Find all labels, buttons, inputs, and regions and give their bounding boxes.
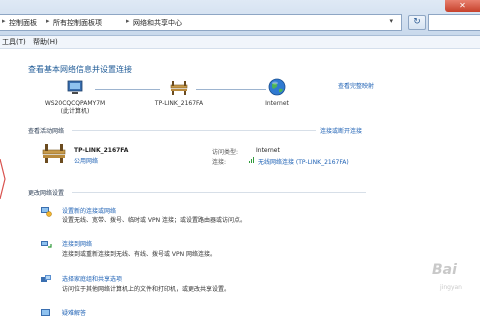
homegroup-icon xyxy=(41,275,51,282)
page-title: 查看基本网络信息并设置连接 xyxy=(28,65,132,74)
address-field[interactable]: ▸ 控制面板 ▸ 所有控制面板项 ▸ 网络和共享中心 ▾ xyxy=(0,14,402,31)
troubleshoot-link[interactable]: 疑难解答 xyxy=(62,308,86,317)
computer-node[interactable] xyxy=(66,80,84,100)
view-full-map-link[interactable]: 查看完整映射 xyxy=(338,81,374,90)
homegroup-sharing-link[interactable]: 选择家庭组和共享选项 xyxy=(62,274,122,283)
internet-node-label: Internet xyxy=(265,100,289,107)
refresh-icon: ↻ xyxy=(413,17,421,27)
connect-network-icon xyxy=(41,241,52,248)
watermark-logo: Bai xyxy=(432,262,457,278)
map-connector xyxy=(95,89,160,90)
breadcrumb-root-arrow[interactable]: ▸ xyxy=(2,17,6,25)
access-type-value: Internet xyxy=(256,147,280,154)
computer-icon xyxy=(67,80,83,94)
refresh-button[interactable]: ↻ xyxy=(408,15,426,30)
setup-connection-icon xyxy=(41,207,52,217)
breadcrumb-network-center[interactable]: 网络和共享中心 xyxy=(133,18,182,28)
menu-tools[interactable]: 工具(T) xyxy=(2,37,26,47)
breadcrumb-control-panel[interactable]: 控制面板 xyxy=(9,18,37,28)
section-divider xyxy=(72,192,366,193)
signal-bars-icon xyxy=(249,157,254,163)
section-divider xyxy=(72,130,316,131)
menu-help[interactable]: 帮助(H) xyxy=(33,37,58,47)
watermark-sub: jingyan xyxy=(440,284,462,291)
change-settings-heading: 更改网络设置 xyxy=(28,190,65,197)
homegroup-sharing-desc: 访问位于其他网络计算机上的文件和打印机，或更改共享设置。 xyxy=(62,286,231,293)
setup-connection-desc: 设置无线、宽带、拨号、临时或 VPN 连接；或设置路由器或访问点。 xyxy=(62,217,247,224)
access-type-label: 访问类型: xyxy=(212,149,239,156)
wireless-connection-link[interactable]: 无线网络连接 (TP-LINK_2167FA) xyxy=(258,157,349,166)
globe-icon xyxy=(268,78,286,96)
breadcrumb-all-items[interactable]: 所有控制面板项 xyxy=(53,18,102,28)
menu-bar: 工具(T) 帮助(H) xyxy=(0,36,480,49)
close-window-button[interactable]: ✕ xyxy=(445,0,480,12)
active-networks-heading: 查看活动网络 xyxy=(28,128,65,135)
breadcrumb-separator[interactable]: ▸ xyxy=(126,17,130,25)
address-dropdown-icon[interactable]: ▾ xyxy=(389,17,393,25)
address-bar-region: ✕ ▸ 控制面板 ▸ 所有控制面板项 ▸ 网络和共享中心 ▾ ↻ xyxy=(0,0,480,36)
setup-connection-link[interactable]: 设置新的连接或网络 xyxy=(62,206,116,215)
search-input[interactable] xyxy=(428,14,480,31)
connection-label: 连接: xyxy=(212,159,227,166)
troubleshoot-icon xyxy=(41,309,50,316)
connect-to-network-desc: 连接到或重新连接到无线、有线、拨号或 VPN 网络连接。 xyxy=(62,251,217,258)
computer-node-label: WS20CQCQPAMY7M (此计算机) xyxy=(44,100,106,115)
map-connector xyxy=(196,89,266,90)
network-name: TP-LINK_2167FA xyxy=(74,147,129,154)
main-content: 查看基本网络信息并设置连接 WS20CQCQPAMY7M (此计算机) TP-L… xyxy=(0,49,480,320)
bench-network-icon xyxy=(42,144,66,163)
router-node-label: TP-LINK_2167FA xyxy=(154,100,204,107)
connect-to-network-link[interactable]: 连接到网络 xyxy=(62,239,92,248)
connect-disconnect-link[interactable]: 连接或断开连接 xyxy=(320,126,362,135)
breadcrumb-separator[interactable]: ▸ xyxy=(46,17,50,25)
network-type-link[interactable]: 公用网络 xyxy=(74,156,98,165)
annotation-arrow-icon xyxy=(0,159,6,199)
router-node[interactable] xyxy=(170,80,188,100)
bench-network-icon xyxy=(170,81,188,95)
internet-node[interactable] xyxy=(268,78,286,100)
